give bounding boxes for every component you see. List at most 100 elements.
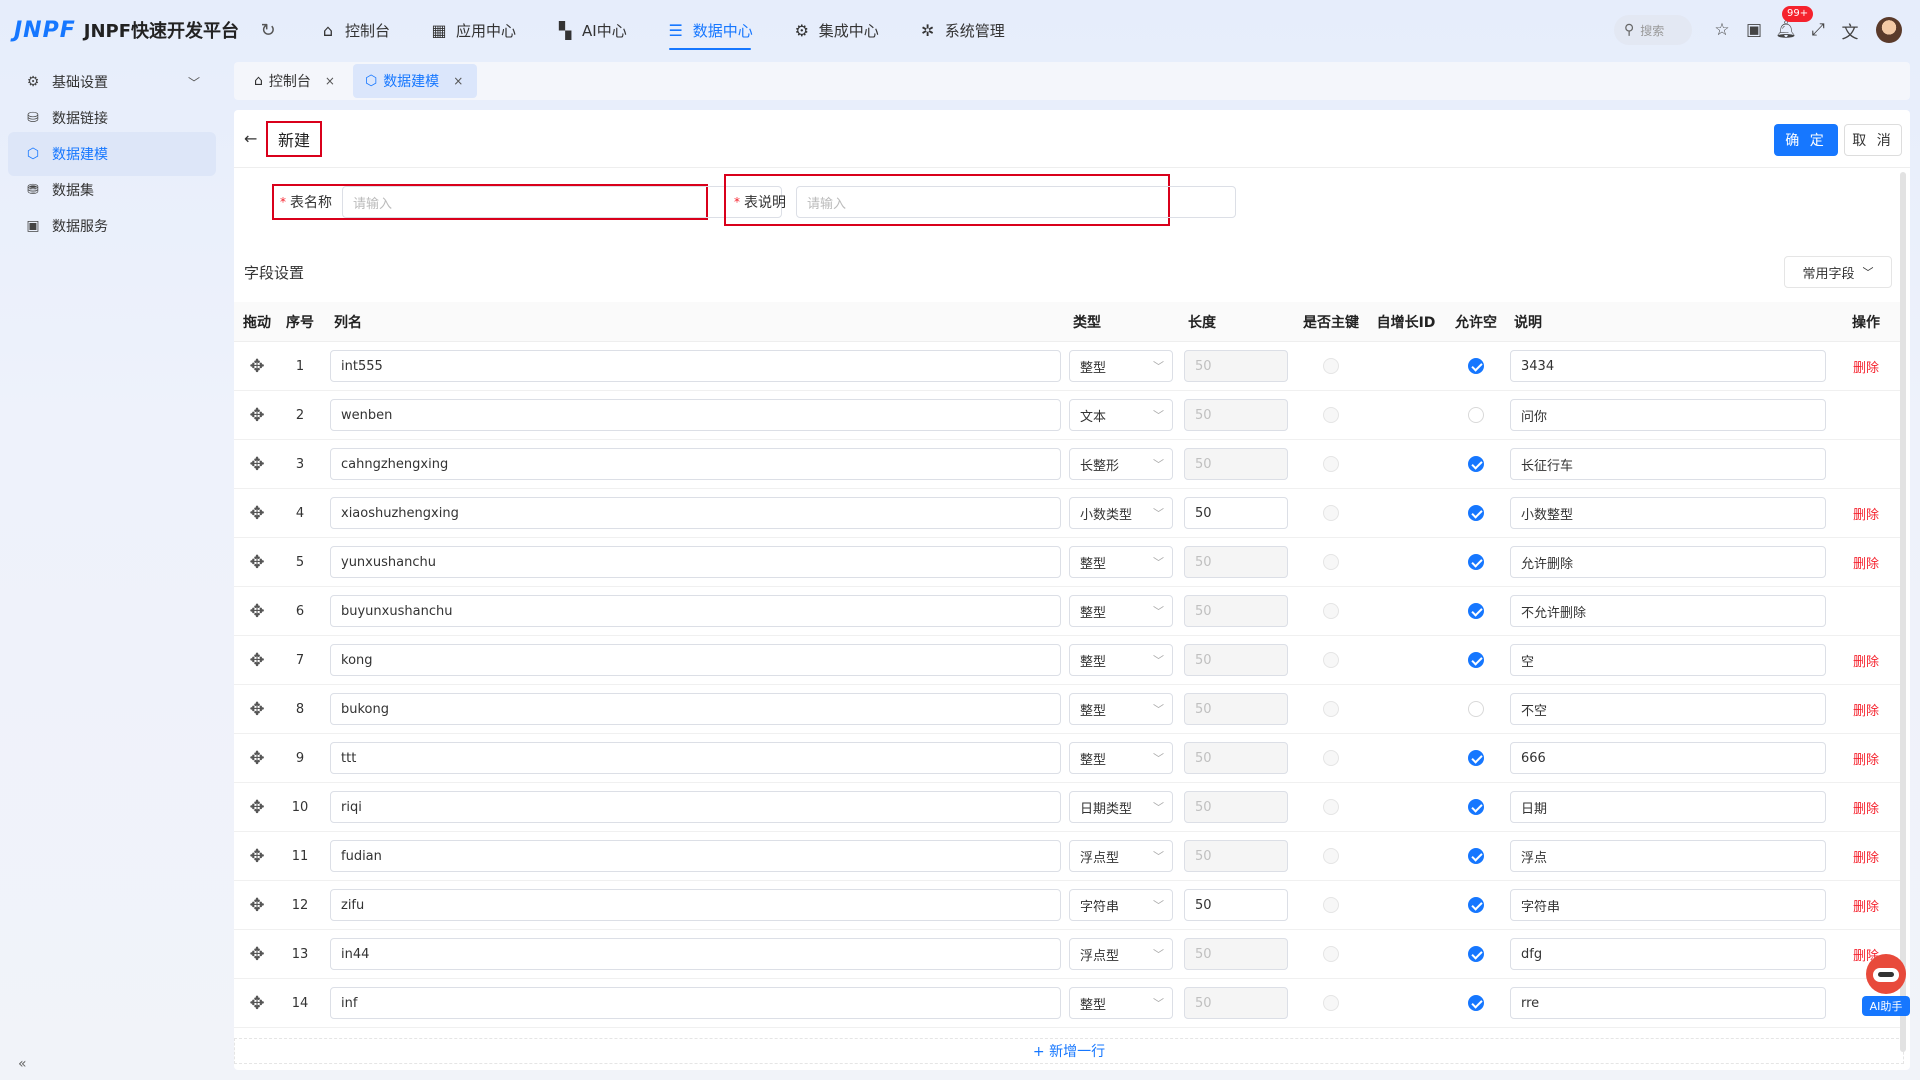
drag-handle-icon[interactable]: ✥ — [249, 405, 264, 426]
primary-key-checkbox[interactable] — [1323, 554, 1339, 570]
primary-key-checkbox[interactable] — [1323, 848, 1339, 864]
sidebar-item[interactable]: ▣ 数据服务 — [8, 204, 216, 248]
close-tab-icon[interactable]: × — [325, 74, 335, 88]
bell-icon[interactable]: 🔔︎ 99+ — [1770, 6, 1814, 40]
length-input[interactable]: 50 — [1184, 889, 1288, 921]
page-tab[interactable]: ⬡ 数据建模 × — [352, 64, 478, 98]
avatar[interactable] — [1876, 17, 1902, 43]
confirm-button[interactable]: 确 定 — [1774, 124, 1838, 156]
type-select[interactable]: 浮点型 ﹀ — [1069, 840, 1173, 872]
nullable-checkbox[interactable] — [1468, 750, 1484, 766]
length-input[interactable]: 50 — [1184, 497, 1288, 529]
column-name-input[interactable]: kong — [330, 644, 1061, 676]
topnav-item[interactable]: ⌂ 控制台 — [299, 0, 410, 60]
vertical-scrollbar[interactable] — [1900, 172, 1906, 1052]
nullable-checkbox[interactable] — [1468, 358, 1484, 374]
description-input[interactable]: 3434 — [1510, 350, 1826, 382]
description-input[interactable]: 不空 — [1510, 693, 1826, 725]
type-select[interactable]: 整型 ﹀ — [1069, 742, 1173, 774]
nullable-checkbox[interactable] — [1468, 995, 1484, 1011]
description-input[interactable]: 日期 — [1510, 791, 1826, 823]
drag-handle-icon[interactable]: ✥ — [249, 846, 264, 867]
nullable-checkbox[interactable] — [1468, 701, 1484, 717]
column-name-input[interactable]: wenben — [330, 399, 1061, 431]
primary-key-checkbox[interactable] — [1323, 946, 1339, 962]
star-icon[interactable]: ☆ — [1706, 20, 1738, 40]
nullable-checkbox[interactable] — [1468, 652, 1484, 668]
user-card-icon[interactable]: ▣ — [1738, 20, 1770, 40]
search-box[interactable]: ⚲ 搜索 — [1614, 15, 1692, 45]
drag-handle-icon[interactable]: ✥ — [249, 944, 264, 965]
primary-key-checkbox[interactable] — [1323, 652, 1339, 668]
description-input[interactable]: 长征行车 — [1510, 448, 1826, 480]
column-name-input[interactable]: ttt — [330, 742, 1061, 774]
nullable-checkbox[interactable] — [1468, 456, 1484, 472]
type-select[interactable]: 整型 ﹀ — [1069, 595, 1173, 627]
common-fields-dropdown[interactable]: 常用字段 ﹀ — [1784, 256, 1892, 288]
description-input[interactable]: 空 — [1510, 644, 1826, 676]
column-name-input[interactable]: cahngzhengxing — [330, 448, 1061, 480]
drag-handle-icon[interactable]: ✥ — [249, 797, 264, 818]
primary-key-checkbox[interactable] — [1323, 603, 1339, 619]
page-tab[interactable]: ⌂ 控制台 × — [242, 64, 349, 98]
nullable-checkbox[interactable] — [1468, 897, 1484, 913]
delete-link[interactable]: 删除 — [1853, 900, 1879, 915]
description-input[interactable]: 字符串 — [1510, 889, 1826, 921]
back-arrow-icon[interactable]: ← — [244, 129, 262, 148]
type-select[interactable]: 日期类型 ﹀ — [1069, 791, 1173, 823]
drag-handle-icon[interactable]: ✥ — [249, 601, 264, 622]
drag-handle-icon[interactable]: ✥ — [249, 993, 264, 1014]
nullable-checkbox[interactable] — [1468, 554, 1484, 570]
ai-helper-button[interactable]: AI助手 — [1862, 954, 1910, 1020]
column-name-input[interactable]: yunxushanchu — [330, 546, 1061, 578]
table-desc-input[interactable]: 请输入 — [796, 186, 1236, 218]
column-name-input[interactable]: inf — [330, 987, 1061, 1019]
type-select[interactable]: 字符串 ﹀ — [1069, 889, 1173, 921]
drag-handle-icon[interactable]: ✥ — [249, 699, 264, 720]
primary-key-checkbox[interactable] — [1323, 750, 1339, 766]
topnav-item[interactable]: ▦ 应用中心 — [410, 0, 536, 60]
primary-key-checkbox[interactable] — [1323, 456, 1339, 472]
add-row-button[interactable]: + 新增一行 — [234, 1038, 1904, 1064]
fullscreen-icon[interactable]: ⤢ — [1802, 20, 1834, 40]
nullable-checkbox[interactable] — [1468, 505, 1484, 521]
column-name-input[interactable]: zifu — [330, 889, 1061, 921]
translate-icon[interactable]: 文 — [1834, 18, 1866, 43]
drag-handle-icon[interactable]: ✥ — [249, 552, 264, 573]
collapse-sidebar-icon[interactable]: « — [18, 1056, 27, 1072]
description-input[interactable]: rre — [1510, 987, 1826, 1019]
close-tab-icon[interactable]: × — [453, 74, 463, 88]
drag-handle-icon[interactable]: ✥ — [249, 748, 264, 769]
nullable-checkbox[interactable] — [1468, 799, 1484, 815]
delete-link[interactable]: 删除 — [1853, 557, 1879, 572]
delete-link[interactable]: 删除 — [1853, 361, 1879, 376]
delete-link[interactable]: 删除 — [1853, 655, 1879, 670]
primary-key-checkbox[interactable] — [1323, 799, 1339, 815]
topnav-item[interactable]: ▚ AI中心 — [536, 0, 647, 60]
primary-key-checkbox[interactable] — [1323, 995, 1339, 1011]
drag-handle-icon[interactable]: ✥ — [249, 356, 264, 377]
type-select[interactable]: 文本 ﹀ — [1069, 399, 1173, 431]
column-name-input[interactable]: buyunxushanchu — [330, 595, 1061, 627]
nullable-checkbox[interactable] — [1468, 407, 1484, 423]
primary-key-checkbox[interactable] — [1323, 358, 1339, 374]
drag-handle-icon[interactable]: ✥ — [249, 503, 264, 524]
column-name-input[interactable]: fudian — [330, 840, 1061, 872]
nullable-checkbox[interactable] — [1468, 603, 1484, 619]
type-select[interactable]: 整型 ﹀ — [1069, 350, 1173, 382]
description-input[interactable]: 允许删除 — [1510, 546, 1826, 578]
table-name-input[interactable]: 请输入 — [342, 186, 782, 218]
type-select[interactable]: 小数类型 ﹀ — [1069, 497, 1173, 529]
topnav-item[interactable]: ☰ 数据中心 — [647, 0, 773, 60]
nullable-checkbox[interactable] — [1468, 848, 1484, 864]
nullable-checkbox[interactable] — [1468, 946, 1484, 962]
description-input[interactable]: 浮点 — [1510, 840, 1826, 872]
type-select[interactable]: 整型 ﹀ — [1069, 644, 1173, 676]
type-select[interactable]: 浮点型 ﹀ — [1069, 938, 1173, 970]
app-logo[interactable]: JNPF JNPF快速开发平台 — [14, 0, 239, 60]
column-name-input[interactable]: bukong — [330, 693, 1061, 725]
drag-handle-icon[interactable]: ✥ — [249, 454, 264, 475]
type-select[interactable]: 长整形 ﹀ — [1069, 448, 1173, 480]
primary-key-checkbox[interactable] — [1323, 701, 1339, 717]
topnav-item[interactable]: ⚙ 集成中心 — [773, 0, 899, 60]
